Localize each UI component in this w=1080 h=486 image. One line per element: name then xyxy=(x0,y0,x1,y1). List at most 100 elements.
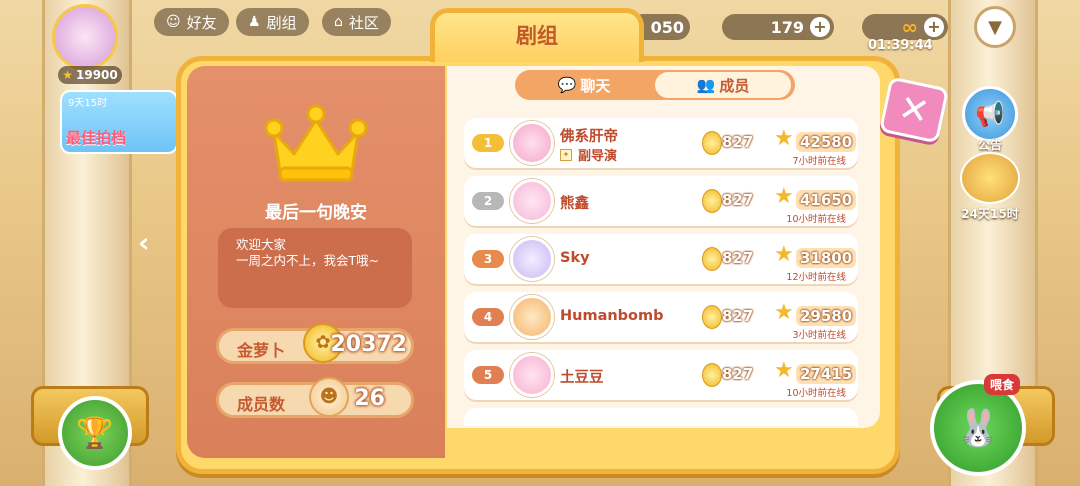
member-name: 熊鑫 xyxy=(560,196,589,212)
tab-chat-label: 聊天 xyxy=(580,76,611,95)
notice-button[interactable]: 📢 xyxy=(962,86,1018,142)
avatar[interactable] xyxy=(510,295,554,339)
home-icon: ⌂ xyxy=(334,14,343,30)
last-online: 12小时前在线 xyxy=(786,272,846,283)
feed-label: 喂食 xyxy=(984,374,1021,395)
add-energy-button[interactable]: + xyxy=(924,17,944,37)
crew-icon: ♟ xyxy=(248,14,261,30)
community-label: 社区 xyxy=(348,13,379,32)
member-score: 29580 xyxy=(796,306,857,326)
avatar[interactable] xyxy=(510,121,554,165)
event-card[interactable]: 9天15时 最佳拍档 xyxy=(60,90,178,154)
crown-icon xyxy=(264,104,368,182)
member-name: 佛系肝帝 xyxy=(560,129,618,145)
player-coins: ★ 19900 xyxy=(58,66,122,84)
avatar[interactable] xyxy=(510,179,554,223)
rank-badge: 5 xyxy=(472,366,504,384)
member-list[interactable]: 1 佛系肝帝 ✦ 副导演 827 ★ 42580 7小时前在线 2 熊鑫 827… xyxy=(460,110,860,426)
modal-tabs: 💬 聊天 👥 成员 xyxy=(515,70,795,100)
chevron-down-icon: ▼ xyxy=(988,16,1002,38)
last-online: 7小时前在线 xyxy=(792,156,846,167)
chat-bubble-icon: 💬 xyxy=(557,76,577,94)
friends-label: 好友 xyxy=(186,13,217,32)
member-name: 土豆豆 xyxy=(560,370,604,386)
coin-icon xyxy=(702,305,722,329)
member-role-label: 副导演 xyxy=(578,149,618,164)
community-button[interactable]: ⌂ 社区 xyxy=(322,8,391,36)
modal-title: 剧组 xyxy=(430,8,644,62)
member-count-stat: 成员数 ☻ 26 xyxy=(216,377,414,418)
members-icon: 👥 xyxy=(696,76,716,94)
energy-counter: ∞ + xyxy=(862,14,948,40)
coin-icon xyxy=(702,131,722,155)
tab-members[interactable]: 👥 成员 xyxy=(655,72,791,98)
friends-icon: ☺ xyxy=(166,14,181,30)
member-row[interactable]: 2 熊鑫 827 ★ 41650 10小时前在线 xyxy=(464,176,858,226)
event-character-button[interactable] xyxy=(960,152,1020,204)
star-icon: ★ xyxy=(774,300,794,325)
coin-icon xyxy=(702,247,722,271)
trophy-button[interactable]: 🏆 xyxy=(58,396,132,470)
member-points: 827 xyxy=(722,191,754,209)
coin-icon xyxy=(702,189,722,213)
star-icon: ★ xyxy=(774,242,794,267)
member-points: 827 xyxy=(722,133,754,151)
rabbit-icon: 🐰 xyxy=(955,408,1001,449)
add-gems-button[interactable]: + xyxy=(810,17,830,37)
coin-icon xyxy=(702,363,722,387)
event-character-timer: 24天15时 xyxy=(961,207,1019,221)
friends-button[interactable]: ☺ 好友 xyxy=(154,8,229,36)
crew-label: 剧组 xyxy=(266,13,297,32)
member-score: 31800 xyxy=(796,248,857,268)
player-avatar[interactable] xyxy=(52,4,118,70)
description-line: 欢迎大家 xyxy=(236,237,287,252)
close-button[interactable]: ✕ xyxy=(878,76,950,144)
notice-label: 公告 xyxy=(977,138,1002,152)
star-icon: ★ xyxy=(774,126,794,151)
star-icon: ★ xyxy=(62,68,73,82)
star-icon: ★ xyxy=(774,184,794,209)
megaphone-icon: 📢 xyxy=(975,100,1005,128)
last-online: 3小时前在线 xyxy=(792,330,846,341)
member-row[interactable]: 1 佛系肝帝 ✦ 副导演 827 ★ 42580 7小时前在线 xyxy=(464,118,858,168)
tab-members-label: 成员 xyxy=(719,76,750,95)
crew-button[interactable]: ♟ 剧组 xyxy=(236,8,309,36)
member-score: 27415 xyxy=(796,364,857,384)
gold-carrot-stat: 金萝卜 ✿ 20372 xyxy=(216,323,414,364)
member-row[interactable]: 5 土豆豆 827 ★ 27415 10小时前在线 xyxy=(464,350,858,400)
close-icon: ✕ xyxy=(894,86,934,134)
badge-icon: ✦ xyxy=(560,148,572,161)
member-points: 827 xyxy=(722,307,754,325)
rank-badge: 2 xyxy=(472,192,504,210)
dropdown-menu-button[interactable]: ▼ xyxy=(974,6,1016,48)
member-count-value: 26 xyxy=(354,386,385,411)
member-row[interactable] xyxy=(464,408,858,426)
member-points: 827 xyxy=(722,365,754,383)
rank-badge: 1 xyxy=(472,134,504,152)
avatar[interactable] xyxy=(510,237,554,281)
rank-badge: 3 xyxy=(472,250,504,268)
member-score: 42580 xyxy=(796,132,857,152)
gold-carrot-value: 20372 xyxy=(330,332,407,357)
member-icon: ☻ xyxy=(309,377,349,417)
gold-carrot-label: 金萝卜 xyxy=(237,341,286,360)
energy-value: ∞ xyxy=(901,15,918,39)
gem-counter: 179 + xyxy=(722,14,834,40)
chevron-left-icon[interactable]: ‹ xyxy=(138,226,160,259)
event-name: 最佳拍档 xyxy=(66,129,127,147)
gem-value: 179 xyxy=(770,17,804,37)
tab-chat[interactable]: 💬 聊天 xyxy=(519,72,649,98)
member-role: ✦ 副导演 xyxy=(560,145,617,164)
energy-timer: 01:39:44 xyxy=(868,38,933,53)
avatar[interactable] xyxy=(510,353,554,397)
description-line: 一周之内不上，我会T哦~ xyxy=(236,253,380,268)
crew-description: 欢迎大家 一周之内不上，我会T哦~ xyxy=(218,228,412,308)
member-name: Humanbomb xyxy=(560,308,664,324)
member-row[interactable]: 4 Humanbomb 827 ★ 29580 3小时前在线 xyxy=(464,292,858,342)
member-points: 827 xyxy=(722,249,754,267)
member-score: 41650 xyxy=(796,190,857,210)
last-online: 10小时前在线 xyxy=(786,214,846,225)
trophy-icon: 🏆 xyxy=(76,415,114,451)
rank-badge: 4 xyxy=(472,308,504,326)
member-row[interactable]: 3 Sky 827 ★ 31800 12小时前在线 xyxy=(464,234,858,284)
